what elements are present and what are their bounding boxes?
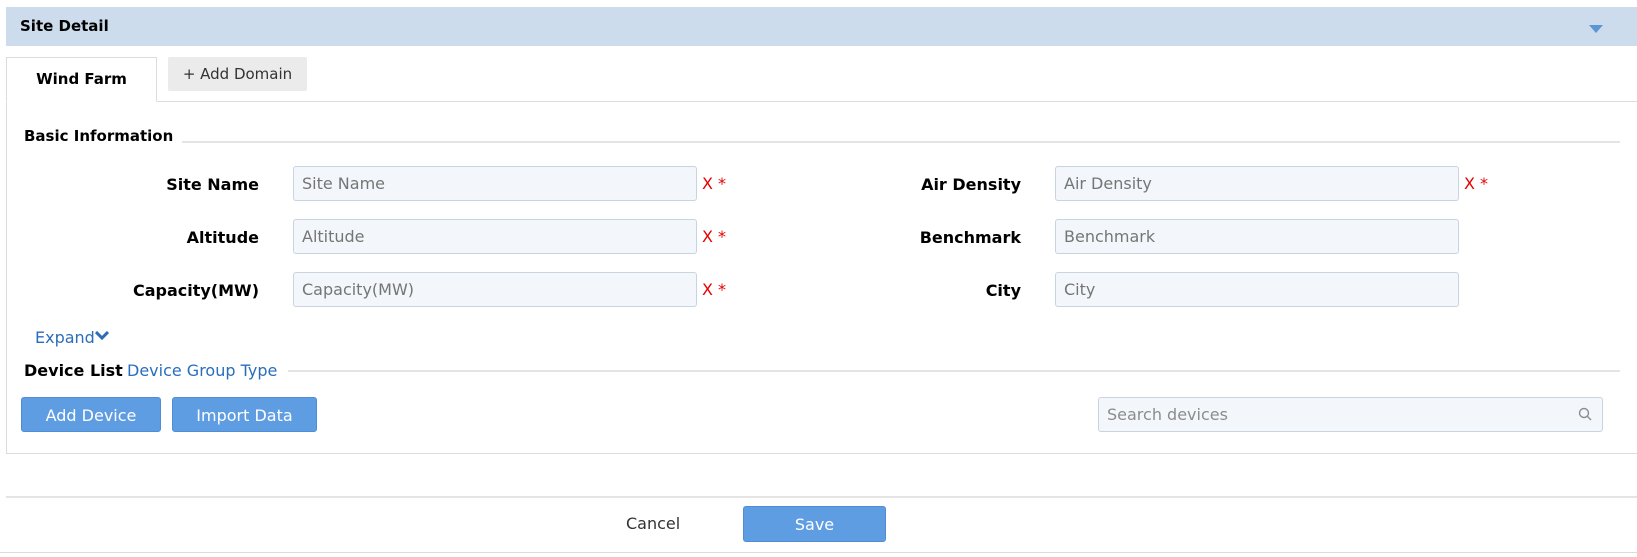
search-devices-field[interactable]: Search devices xyxy=(1098,397,1603,432)
air-density-input[interactable] xyxy=(1055,166,1459,201)
search-icon[interactable] xyxy=(1578,407,1592,421)
capacity-label: Capacity(MW) xyxy=(132,281,259,300)
add-device-button[interactable]: Add Device xyxy=(21,397,161,432)
capacity-required-mark: X * xyxy=(702,280,727,299)
device-group-type-link[interactable]: Device Group Type xyxy=(127,361,277,380)
add-domain-button[interactable]: + Add Domain xyxy=(168,57,307,91)
city-input[interactable] xyxy=(1055,272,1459,307)
capacity-input[interactable] xyxy=(293,272,697,307)
site-name-required-mark: X * xyxy=(702,174,727,193)
site-detail-header[interactable]: Site Detail xyxy=(6,7,1637,46)
site-name-input[interactable] xyxy=(293,166,697,201)
import-data-button[interactable]: Import Data xyxy=(172,397,317,432)
caret-down-icon[interactable] xyxy=(1589,25,1603,33)
altitude-required-mark: X * xyxy=(702,227,727,246)
tab-wind-farm[interactable]: Wind Farm xyxy=(6,57,157,102)
altitude-label: Altitude xyxy=(186,228,259,247)
expand-link[interactable]: Expand xyxy=(35,328,109,347)
device-list-title: Device List xyxy=(24,361,123,380)
footer-divider xyxy=(6,496,1637,498)
altitude-input[interactable] xyxy=(293,219,697,254)
section-divider xyxy=(182,141,1620,143)
benchmark-label: Benchmark xyxy=(919,228,1021,247)
air-density-required-mark: X * xyxy=(1464,174,1489,193)
search-placeholder: Search devices xyxy=(1107,405,1228,424)
save-button[interactable]: Save xyxy=(743,506,886,542)
air-density-label: Air Density xyxy=(921,175,1021,194)
chevron-down-icon xyxy=(94,330,109,341)
site-name-label: Site Name xyxy=(166,175,259,194)
expand-label: Expand xyxy=(35,328,95,347)
benchmark-input[interactable] xyxy=(1055,219,1459,254)
cancel-button[interactable]: Cancel xyxy=(626,514,680,533)
device-list-divider xyxy=(288,370,1620,372)
page-bottom-divider xyxy=(0,552,1637,553)
header-title: Site Detail xyxy=(20,17,109,35)
basic-information-title: Basic Information xyxy=(24,127,174,145)
city-label: City xyxy=(985,281,1021,300)
